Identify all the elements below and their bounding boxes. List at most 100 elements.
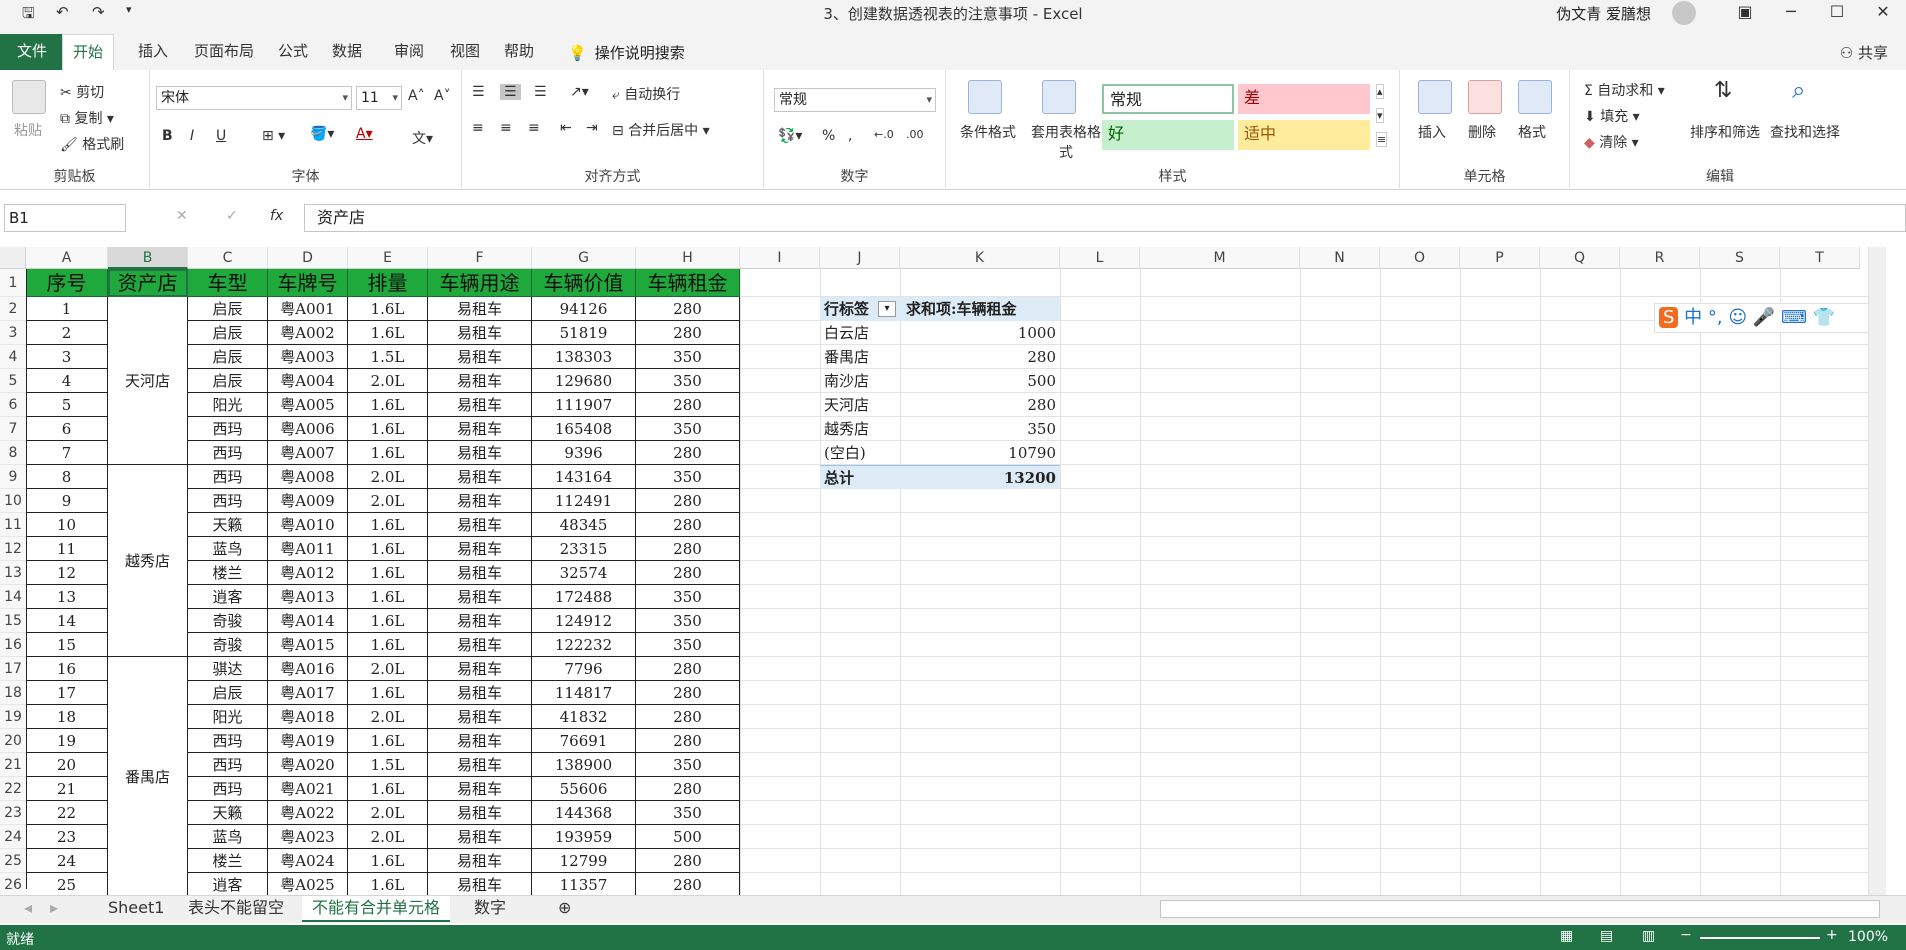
horizontal-scrollbar[interactable] [1160, 900, 1880, 918]
table-header-cell[interactable]: 车型 [188, 269, 268, 297]
table-cell[interactable]: 350 [636, 633, 740, 657]
zoom-out-icon[interactable]: − [1680, 927, 1692, 943]
align-center-icon[interactable]: ≡ [500, 120, 512, 136]
insert-function-icon[interactable]: fx [270, 208, 283, 224]
table-header-cell[interactable]: 排量 [348, 269, 428, 297]
underline-button[interactable]: U [216, 128, 226, 144]
page-layout-icon[interactable]: ▤ [1600, 928, 1613, 944]
column-header-H[interactable]: H [636, 247, 740, 269]
find-icon[interactable]: ⌕ [1792, 76, 1805, 104]
share-button[interactable]: ⚇ 共享 [1840, 42, 1888, 63]
styles-more-icon[interactable]: ≡ [1376, 132, 1388, 147]
table-cell[interactable]: 粤A012 [268, 561, 348, 585]
row-header[interactable]: 14 [0, 585, 26, 609]
table-cell[interactable]: 144368 [532, 801, 636, 825]
font-color-icon[interactable]: A▾ [356, 126, 373, 142]
table-cell[interactable]: 25 [26, 873, 108, 895]
paste-button[interactable]: 粘贴 [14, 120, 42, 140]
pivot-row-item[interactable]: 越秀店 [820, 417, 900, 441]
maximize-icon[interactable]: ☐ [1814, 0, 1860, 26]
table-cell[interactable]: 2.0L [348, 369, 428, 393]
table-cell[interactable]: 13 [26, 585, 108, 609]
table-cell[interactable]: 12799 [532, 849, 636, 873]
table-cell[interactable]: 粤A004 [268, 369, 348, 393]
table-cell[interactable]: 易租车 [428, 489, 532, 513]
table-cell[interactable]: 易租车 [428, 681, 532, 705]
table-cell[interactable]: 粤A011 [268, 537, 348, 561]
bold-button[interactable]: B [162, 128, 173, 144]
table-format-button[interactable]: 套用表格格式 [1026, 122, 1106, 162]
worksheet-grid[interactable]: A B C D E F G H I J K L M N O P Q R S T 1 2 3 4 5 6 7 8 9 10 11 12 13 14 1… [0, 247, 1886, 895]
table-cell[interactable]: 易租车 [428, 345, 532, 369]
table-cell[interactable]: 启辰 [188, 297, 268, 321]
table-cell[interactable]: 1.6L [348, 849, 428, 873]
italic-button[interactable]: I [190, 128, 194, 144]
add-sheet-icon[interactable]: ⊕ [548, 896, 581, 922]
table-cell[interactable]: 122232 [532, 633, 636, 657]
table-cell[interactable]: 西玛 [188, 417, 268, 441]
table-cell[interactable]: 280 [636, 513, 740, 537]
table-cell[interactable]: 1.6L [348, 441, 428, 465]
table-cell[interactable]: 易租车 [428, 441, 532, 465]
table-cell[interactable]: 280 [636, 729, 740, 753]
table-cell[interactable]: 西玛 [188, 441, 268, 465]
table-cell[interactable]: 易租车 [428, 585, 532, 609]
table-cell[interactable]: 易租车 [428, 873, 532, 895]
table-cell[interactable]: 2 [26, 321, 108, 345]
table-cell[interactable]: 1.6L [348, 777, 428, 801]
grow-font-icon[interactable]: A˄ [408, 88, 425, 104]
table-cell[interactable]: 易租车 [428, 753, 532, 777]
decrease-indent-icon[interactable]: ⇤ [560, 120, 572, 136]
prev-sheet-icon[interactable]: ◂ [14, 896, 42, 922]
row-header[interactable]: 15 [0, 609, 26, 633]
table-cell[interactable]: 1.6L [348, 585, 428, 609]
table-cell[interactable]: 粤A002 [268, 321, 348, 345]
table-cell[interactable]: 启辰 [188, 321, 268, 345]
table-cell[interactable]: 粤A014 [268, 609, 348, 633]
table-cell[interactable]: 32574 [532, 561, 636, 585]
table-cell[interactable]: 1.6L [348, 561, 428, 585]
table-cell[interactable]: 1.6L [348, 417, 428, 441]
table-cell[interactable]: 易租车 [428, 321, 532, 345]
phonetic-icon[interactable]: 文▾ [412, 128, 433, 148]
table-cell[interactable]: 楼兰 [188, 849, 268, 873]
table-cell[interactable]: 天籁 [188, 513, 268, 537]
style-normal[interactable]: 常规 [1102, 84, 1234, 114]
table-cell[interactable]: 粤A025 [268, 873, 348, 895]
table-cell[interactable]: 粤A020 [268, 753, 348, 777]
table-cell[interactable]: 12 [26, 561, 108, 585]
table-cell[interactable]: 启辰 [188, 369, 268, 393]
align-middle-icon[interactable]: ☰ [500, 84, 521, 100]
tab-2[interactable]: 页面布局 [184, 34, 264, 70]
table-cell[interactable]: 易租车 [428, 801, 532, 825]
ime-mode-icon[interactable]: 中 °, [1684, 307, 1722, 328]
format-cells-button[interactable]: 格式 [1518, 122, 1546, 142]
table-cell[interactable]: 143164 [532, 465, 636, 489]
percent-icon[interactable]: % [822, 128, 835, 144]
emoji-icon[interactable]: ☺ [1728, 307, 1747, 328]
table-cell[interactable]: 21 [26, 777, 108, 801]
row-header[interactable]: 8 [0, 441, 26, 465]
table-cell[interactable]: 7 [26, 441, 108, 465]
find-select-button[interactable]: 查找和选择 [1770, 122, 1840, 142]
orientation-icon[interactable]: ↗▾ [570, 84, 589, 100]
table-cell[interactable]: 粤A024 [268, 849, 348, 873]
table-cell[interactable]: 粤A008 [268, 465, 348, 489]
pivot-row-item[interactable]: 南沙店 [820, 369, 900, 393]
table-cell[interactable]: 易租车 [428, 465, 532, 489]
table-cell[interactable]: 124912 [532, 609, 636, 633]
table-cell[interactable]: 193959 [532, 825, 636, 849]
table-cell[interactable]: 楼兰 [188, 561, 268, 585]
table-cell[interactable]: 1.6L [348, 681, 428, 705]
enter-icon[interactable]: ✓ [226, 208, 238, 224]
next-sheet-icon[interactable]: ▸ [40, 896, 68, 922]
table-cell[interactable]: 165408 [532, 417, 636, 441]
font-size-select[interactable]: 11 [356, 86, 402, 110]
decrease-decimal-icon[interactable]: .00 [906, 128, 924, 141]
column-header-J[interactable]: J [820, 247, 900, 269]
align-top-icon[interactable]: ☰ [472, 84, 485, 100]
table-cell[interactable]: 9 [26, 489, 108, 513]
table-cell[interactable]: 奇骏 [188, 633, 268, 657]
insert-cells-button[interactable]: 插入 [1418, 122, 1446, 142]
column-header-C[interactable]: C [188, 247, 268, 269]
